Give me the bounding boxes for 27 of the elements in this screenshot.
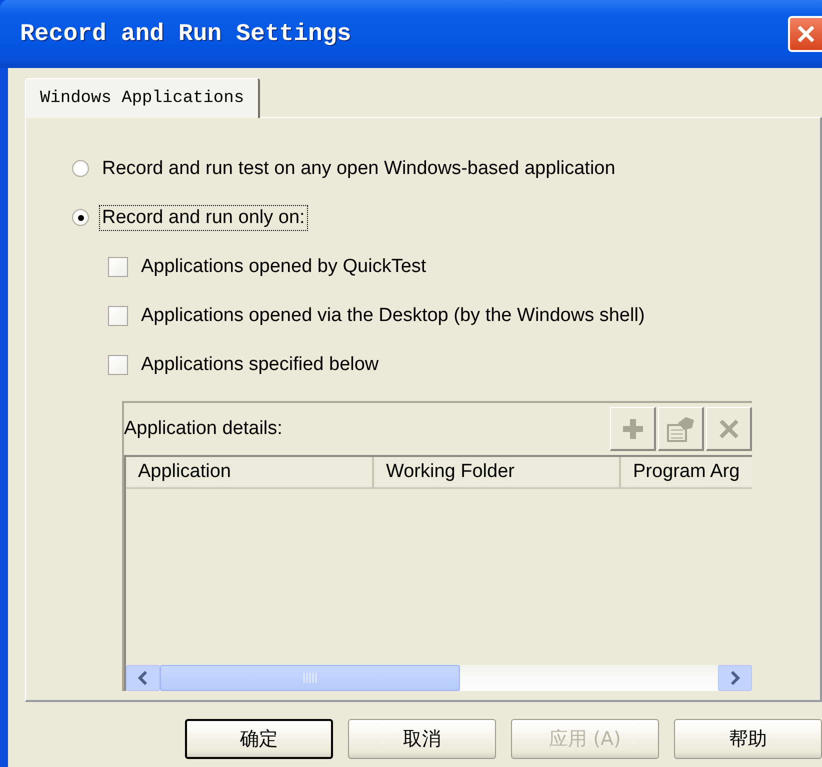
close-icon bbox=[796, 24, 816, 44]
checkbox[interactable] bbox=[108, 306, 128, 326]
checkbox-label: Applications opened by QuickTest bbox=[140, 254, 428, 278]
plus-icon bbox=[622, 418, 644, 440]
checkbox-label: Applications opened via the Desktop (by the Windows shell) bbox=[140, 304, 646, 328]
checkbox[interactable] bbox=[108, 354, 128, 374]
radio-label: Record and run test on any open Windows-based application bbox=[101, 156, 616, 180]
checkbox-label: Applications specified below bbox=[140, 352, 380, 376]
chevron-left-icon bbox=[138, 671, 148, 685]
group-label: Application details: bbox=[124, 418, 282, 440]
radio-button[interactable] bbox=[72, 209, 89, 226]
checkbox[interactable] bbox=[108, 256, 128, 276]
dialog-button[interactable]: 确定 bbox=[185, 719, 333, 759]
grip-icon bbox=[303, 673, 317, 683]
form-icon bbox=[666, 414, 696, 442]
column-header[interactable]: Working Folder bbox=[374, 457, 621, 489]
tab[interactable]: Windows Applications bbox=[25, 78, 260, 118]
close-icon bbox=[718, 418, 738, 438]
radio-button[interactable] bbox=[72, 160, 89, 177]
dialog-button[interactable]: 帮助 bbox=[674, 719, 822, 759]
radio-label: Record and run only on: bbox=[99, 204, 308, 230]
window-title: Record and Run Settings bbox=[20, 20, 352, 48]
column-header[interactable]: Application bbox=[126, 457, 374, 489]
close-button[interactable] bbox=[788, 16, 822, 52]
dialog-button[interactable]: 取消 bbox=[348, 719, 496, 759]
horizontal-scrollbar[interactable] bbox=[126, 665, 752, 691]
chevron-right-icon bbox=[730, 671, 740, 685]
